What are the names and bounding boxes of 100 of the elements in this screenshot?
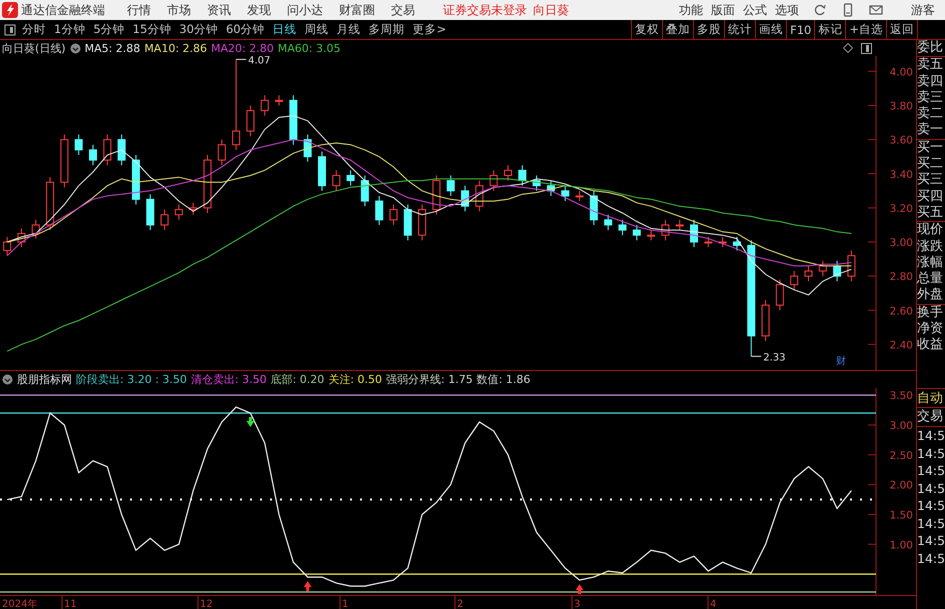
- period-tab[interactable]: 1分钟: [50, 22, 90, 37]
- axis-tick-label: 2.40: [890, 339, 913, 352]
- candlestick: [704, 236, 712, 248]
- candlestick: [647, 230, 656, 241]
- toolbar-button[interactable]: +自选: [845, 20, 886, 39]
- menu-item[interactable]: 选项: [775, 2, 799, 18]
- settings-icon[interactable]: [70, 42, 81, 54]
- candlestick: [604, 214, 612, 231]
- settings-icon[interactable]: [2, 374, 13, 385]
- trade-time: 14:5: [917, 514, 945, 532]
- menu-item[interactable]: 财富圈: [339, 2, 375, 18]
- menu-item[interactable]: 市场: [167, 2, 191, 18]
- candlestick: [390, 204, 398, 226]
- menu-item[interactable]: 发现: [247, 2, 271, 18]
- toolbar-button[interactable]: F10: [786, 20, 814, 39]
- quote-field-label: 卖三: [917, 90, 944, 106]
- candlestick: [762, 300, 770, 342]
- period-tab[interactable]: 5分钟: [89, 22, 129, 37]
- candlestick: [618, 219, 626, 236]
- refresh-icon[interactable]: [813, 3, 827, 17]
- candlestick: [632, 224, 641, 241]
- period-tab[interactable]: 30分钟: [175, 22, 222, 37]
- period-tab[interactable]: 日线: [268, 22, 301, 37]
- axis-tick-label: 3.20: [890, 202, 913, 215]
- finance-label: 财: [836, 356, 846, 367]
- period-tab[interactable]: 15分钟: [128, 22, 176, 37]
- candlestick: [360, 174, 369, 207]
- toolbar-button[interactable]: 返回: [886, 20, 917, 39]
- candlestick: [475, 180, 484, 212]
- period-tab[interactable]: 周线: [300, 22, 333, 37]
- candlestick: [404, 204, 412, 241]
- menu-item[interactable]: 版面: [711, 2, 735, 18]
- quote-field-label: 卖四: [917, 74, 944, 90]
- diamond-icon[interactable]: [843, 43, 853, 53]
- candlestick: [204, 154, 212, 214]
- candlestick: [518, 164, 526, 186]
- price-extreme-label: 2.33: [763, 352, 786, 364]
- menu-item[interactable]: 功能: [679, 2, 703, 18]
- toolbar-button[interactable]: 叠加: [662, 20, 694, 39]
- date-axis-label: 11: [64, 599, 77, 609]
- leader-line: [236, 58, 247, 60]
- menu-item[interactable]: 问小达: [287, 2, 323, 18]
- toolbar-button[interactable]: 复权: [631, 20, 662, 39]
- candlestick: [504, 164, 512, 182]
- toolbar-button[interactable]: 画线: [755, 20, 786, 39]
- candlestick: [118, 134, 126, 166]
- quote-field-label: 外盘: [917, 287, 944, 304]
- candlestick: [461, 185, 470, 212]
- quote-field-label: 涨幅: [917, 254, 944, 272]
- axis-tick-label: 2.00: [890, 480, 913, 492]
- trade-time: 14:5: [917, 497, 945, 514]
- user-label[interactable]: 游客: [911, 2, 935, 18]
- toolbar-button[interactable]: 标记: [814, 20, 846, 39]
- candlestick: [174, 204, 183, 220]
- axis-tick-label: 2.60: [890, 305, 913, 318]
- auto-mode-button[interactable]: 自动: [917, 388, 945, 408]
- leader-line: [750, 356, 762, 357]
- phone-icon[interactable]: [841, 3, 855, 17]
- period-tab[interactable]: 分时: [18, 22, 50, 37]
- toolbar-button[interactable]: 多股: [693, 20, 724, 39]
- menu-item[interactable]: 交易: [391, 2, 415, 18]
- quote-field-label: 委比: [917, 40, 944, 56]
- panel-toggle-icon[interactable]: [861, 42, 872, 54]
- axis-tick-label: 2.80: [890, 271, 913, 284]
- axis-tick-label: 3.00: [890, 420, 913, 432]
- indicator-legend-value: 阶段卖出: 3.20 : 3.50: [76, 372, 187, 387]
- mail-icon[interactable]: [869, 3, 883, 17]
- quote-field-label: 买一: [917, 140, 944, 156]
- ma-legend-value: MA10: 2.86: [144, 42, 208, 54]
- ma-legend-value: MA20: 2.80: [211, 42, 274, 54]
- candlestick: [246, 105, 254, 137]
- period-tab[interactable]: 更多>: [408, 22, 450, 37]
- period-tab[interactable]: 月线: [332, 22, 365, 37]
- candlestick: [847, 250, 856, 282]
- menu-item[interactable]: 行情: [127, 2, 151, 18]
- menu-item[interactable]: 公式: [743, 2, 767, 18]
- trade-time: 14:5: [917, 427, 945, 444]
- candlestick: [418, 204, 426, 241]
- indicator-legend-value: 关注: 0.50: [328, 372, 382, 387]
- candlestick: [490, 170, 498, 192]
- candlestick: [74, 134, 83, 156]
- toolbar-button[interactable]: 统计: [724, 20, 756, 39]
- candlestick: [804, 265, 812, 282]
- axis-tick-label: 1.50: [890, 509, 913, 522]
- axis-tick-label: 3.60: [890, 134, 913, 147]
- stock-name: 向日葵: [533, 2, 569, 18]
- candlestick: [146, 194, 154, 231]
- candlestick: [446, 174, 455, 196]
- up-arrow-icon: [304, 581, 312, 592]
- menu-item[interactable]: 资讯: [207, 2, 231, 18]
- quote-field-label: 买二: [917, 156, 944, 172]
- candlestick: [690, 219, 698, 248]
- candlestick: [576, 190, 584, 202]
- panel-toggle-icon[interactable]: [4, 24, 16, 36]
- period-tab[interactable]: 多周期: [364, 22, 409, 37]
- candlestick: [818, 260, 827, 277]
- period-tab[interactable]: 60分钟: [222, 22, 269, 37]
- candlestick: [318, 151, 326, 192]
- quote-field-label: 买五: [917, 204, 944, 222]
- candlestick: [46, 176, 54, 231]
